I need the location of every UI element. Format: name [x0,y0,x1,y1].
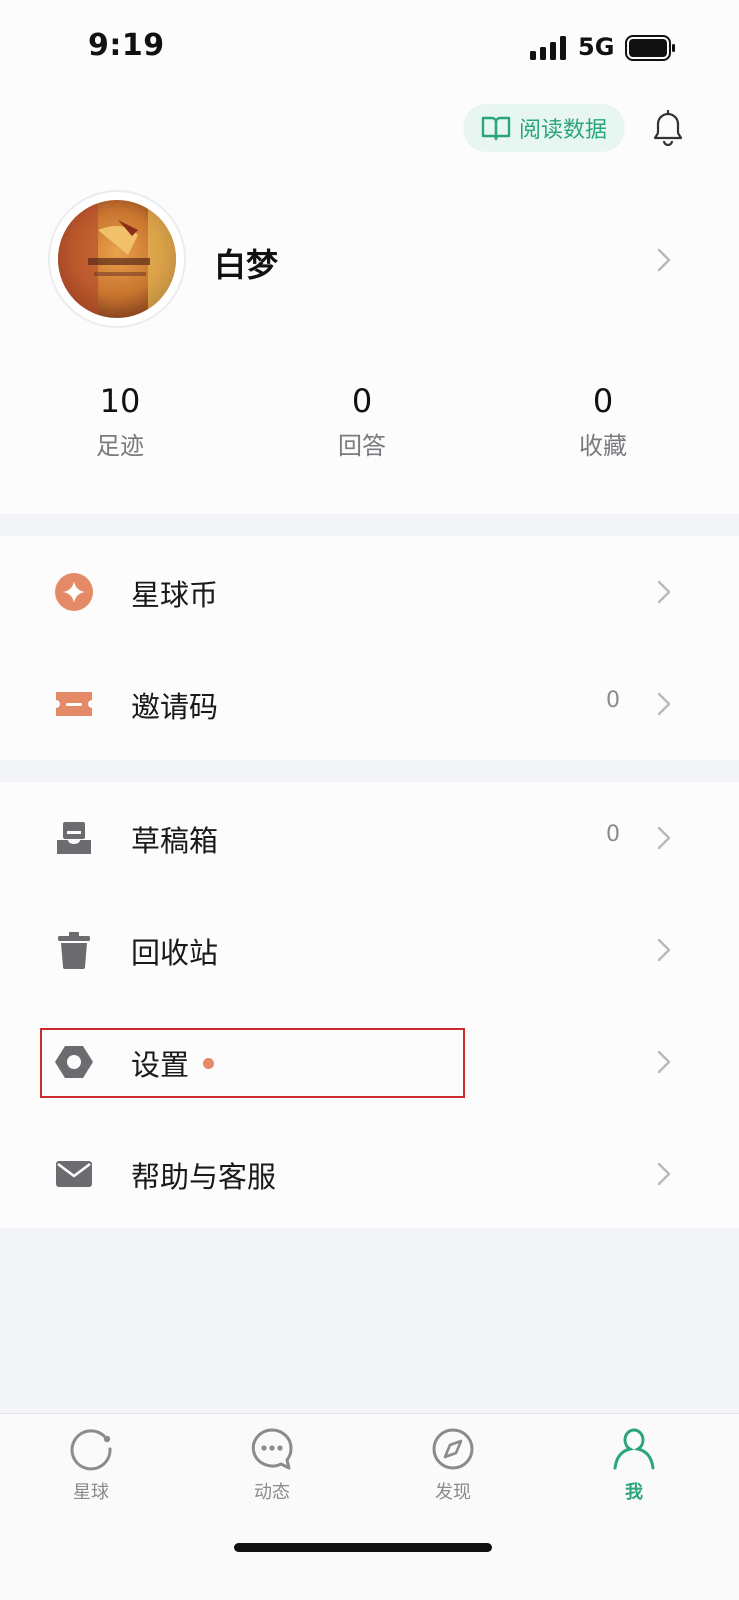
tab-label: 动态 [254,1482,290,1503]
open-book-icon [481,116,511,141]
profile-stats: 10 足迹 0 回答 0 收藏 [0,382,739,472]
tab-me[interactable]: 我 [589,1426,679,1504]
menu-group-wallet: 星球币 邀请码 0 [0,536,739,760]
tab-feed[interactable]: 动态 [227,1426,317,1504]
stat-label: 收藏 [579,432,627,460]
menu-item-label: 帮助与客服 [131,1160,277,1194]
menu-item-recycle-bin[interactable]: 回收站 [0,894,739,1006]
settings-highlight-box [40,1028,465,1098]
chevron-right-icon [657,1050,671,1074]
chevron-right-icon [657,938,671,962]
stat-favorites[interactable]: 0 收藏 [523,382,683,461]
chevron-right-icon [657,1162,671,1186]
person-icon [613,1428,655,1470]
home-indicator[interactable] [234,1543,492,1552]
me-screen: 9:19 5G 阅读数据 白梦 10 足迹 0 回答 0 收藏 星球币 邀请码 … [0,0,739,1600]
tab-label: 星球 [73,1482,109,1503]
tab-label: 我 [625,1482,643,1503]
menu-item-help[interactable]: 帮助与客服 [0,1118,739,1230]
chevron-right-icon [657,692,671,716]
chat-bubble-icon [251,1428,293,1470]
menu-group-general: 草稿箱 0 回收站 设置 帮助与客服 [0,782,739,1228]
chevron-right-icon [657,580,671,604]
stat-footprints[interactable]: 10 足迹 [40,382,200,461]
invite-code-count: 0 [606,688,620,713]
tab-planet[interactable]: 星球 [46,1426,136,1504]
username[interactable]: 白梦 [214,240,278,286]
drafts-count: 0 [606,822,620,847]
stat-value: 0 [592,382,614,420]
status-time: 9:19 [88,28,165,63]
chevron-right-icon [657,826,671,850]
stat-answers[interactable]: 0 回答 [282,382,442,461]
profile-chevron-right-icon[interactable] [656,247,672,273]
menu-item-drafts[interactable]: 草稿箱 0 [0,782,739,894]
stat-value: 0 [351,382,373,420]
network-type: 5G [578,33,615,61]
mail-icon [56,1161,92,1187]
menu-item-label: 草稿箱 [131,824,219,858]
menu-item-label: 星球币 [131,578,219,612]
menu-item-invite-code[interactable]: 邀请码 0 [0,648,739,760]
menu-item-label: 邀请码 [131,690,219,724]
menu-item-star-coins[interactable]: 星球币 [0,536,739,648]
tab-label: 发现 [435,1482,471,1503]
notification-bell-icon[interactable] [651,110,685,146]
stat-label: 回答 [338,432,386,460]
status-bar: 9:19 5G [0,0,739,92]
signal-icon [530,36,566,60]
menu-item-label: 回收站 [131,936,219,970]
ticket-icon [56,692,92,716]
tab-discover[interactable]: 发现 [408,1426,498,1504]
compass-icon [432,1428,474,1470]
trash-icon [58,932,90,969]
drafts-tray-icon [57,822,91,854]
stat-value: 10 [99,382,141,420]
planet-icon [70,1429,112,1471]
star-coin-icon [55,573,93,611]
read-data-label: 阅读数据 [519,118,608,143]
battery-icon [625,35,675,61]
avatar[interactable] [58,200,176,318]
read-data-button[interactable]: 阅读数据 [463,104,625,152]
stat-label: 足迹 [96,432,144,460]
